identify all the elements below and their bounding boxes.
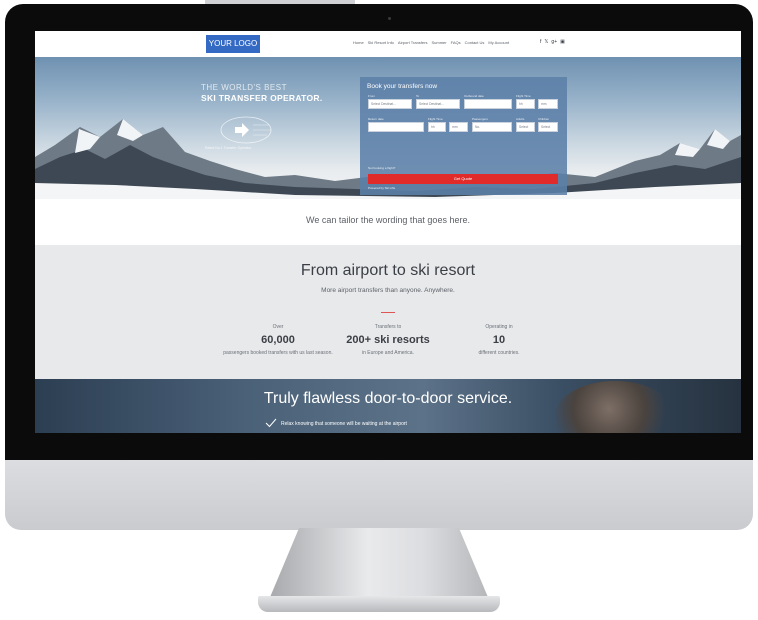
stat-value: 200+ ski resorts bbox=[346, 334, 430, 346]
service-title: Truly flawless door-to-door service. bbox=[263, 390, 513, 407]
tagline-text: We can tailor the wording that goes here… bbox=[306, 215, 470, 225]
to-select[interactable]: Select Destinat... bbox=[416, 99, 460, 109]
camera-dot bbox=[388, 17, 391, 20]
site-logo[interactable]: YOUR LOGO bbox=[206, 35, 260, 53]
google-plus-icon[interactable]: g+ bbox=[551, 39, 557, 45]
return-flight-time-label: Flight Time bbox=[428, 117, 443, 121]
to-label: To bbox=[416, 94, 420, 98]
monitor-chin bbox=[5, 460, 753, 530]
passengers-label: Passengers bbox=[472, 117, 488, 121]
monitor-stand-neck bbox=[268, 528, 490, 602]
menu-item-airport-transfers[interactable]: Airport Transfers bbox=[398, 40, 428, 45]
twitter-icon[interactable]: 𝕏 bbox=[544, 39, 548, 45]
outbound-date-label: Outbound date bbox=[464, 94, 484, 98]
hero-title: SKI TRANSFER OPERATOR. bbox=[201, 93, 323, 103]
menu-item-my-account[interactable]: My Account bbox=[488, 40, 509, 45]
stat-prefix: Transfers to bbox=[374, 324, 402, 330]
menu-item-summer[interactable]: Summer bbox=[431, 40, 446, 45]
booking-panel: Book your transfers now From Select Dest… bbox=[360, 77, 567, 195]
stat-value: 10 bbox=[492, 334, 506, 346]
website-screen: YOUR LOGO Home Ski Resort Info Airport T… bbox=[35, 31, 741, 433]
service-section: Truly flawless door-to-door service. Rel… bbox=[35, 379, 741, 433]
stat-caption: in Europe and America. bbox=[362, 350, 414, 356]
return-date-input[interactable] bbox=[368, 122, 424, 132]
hero-kicker: THE WORLD'S BEST bbox=[201, 83, 287, 92]
menu-item-contact-us[interactable]: Contact Us bbox=[465, 40, 485, 45]
stat-prefix: Operating in bbox=[485, 324, 513, 330]
stat-resorts: Transfers to 200+ ski resorts in Europe … bbox=[333, 324, 443, 357]
badge-caption: Rated No.1 Transfer Operator bbox=[205, 146, 252, 150]
booking-footer: Powered by Ski Lifts bbox=[368, 186, 396, 190]
stat-value: 60,000 bbox=[261, 334, 295, 346]
stat-passengers: Over 60,000 passengers booked transfers … bbox=[223, 324, 333, 357]
children-label: Children bbox=[538, 117, 550, 121]
return-minute-select[interactable]: mm bbox=[449, 122, 468, 132]
from-label: From bbox=[368, 94, 375, 98]
from-select[interactable]: Select Destinat... bbox=[368, 99, 412, 109]
stat-caption: different countries. bbox=[478, 350, 520, 356]
service-line: Relax knowing that someone will be waiti… bbox=[281, 421, 407, 427]
stat-caption: passengers booked transfers with us last… bbox=[223, 350, 333, 356]
stats-section: From airport to ski resort More airport … bbox=[35, 245, 741, 379]
top-navigation: YOUR LOGO Home Ski Resort Info Airport T… bbox=[35, 31, 741, 57]
menu-item-ski-resort-info[interactable]: Ski Resort Info bbox=[368, 40, 394, 45]
divider bbox=[381, 312, 395, 313]
return-hour-select[interactable]: hh bbox=[428, 122, 446, 132]
stat-prefix: Over bbox=[272, 324, 284, 330]
outbound-hour-select[interactable]: hh bbox=[516, 99, 535, 109]
monitor-stand-foot bbox=[258, 596, 500, 612]
adults-select[interactable]: Select bbox=[516, 122, 535, 132]
tagline-section: We can tailor the wording that goes here… bbox=[35, 199, 741, 245]
return-date-label: Return date bbox=[368, 117, 384, 121]
checkmark-icon bbox=[265, 418, 277, 428]
main-menu: Home Ski Resort Info Airport Transfers S… bbox=[353, 40, 509, 45]
award-badge-icon bbox=[220, 116, 272, 144]
passengers-input[interactable]: No. bbox=[472, 122, 512, 132]
instagram-icon[interactable]: ▣ bbox=[560, 39, 565, 45]
booking-title: Book your transfers now bbox=[367, 83, 438, 90]
hero-section: THE WORLD'S BEST SKI TRANSFER OPERATOR. … bbox=[35, 57, 741, 199]
children-select[interactable]: Select bbox=[538, 122, 558, 132]
outbound-minute-select[interactable]: mm bbox=[538, 99, 558, 109]
social-links: f 𝕏 g+ ▣ bbox=[540, 39, 565, 45]
outbound-date-input[interactable] bbox=[464, 99, 512, 109]
no-flight-link[interactable]: Not booking a flight? bbox=[368, 166, 395, 170]
stats-subtitle: More airport transfers than anyone. Anyw… bbox=[321, 287, 455, 294]
stat-countries: Operating in 10 different countries. bbox=[444, 324, 554, 357]
stats-title: From airport to ski resort bbox=[300, 262, 476, 279]
get-quote-button[interactable]: Get Quote bbox=[368, 174, 558, 184]
menu-item-home[interactable]: Home bbox=[353, 40, 364, 45]
facebook-icon[interactable]: f bbox=[540, 39, 541, 45]
menu-item-faqs[interactable]: FAQs bbox=[451, 40, 461, 45]
adults-label: Adults bbox=[516, 117, 525, 121]
flight-time-label: Flight Time bbox=[516, 94, 531, 98]
